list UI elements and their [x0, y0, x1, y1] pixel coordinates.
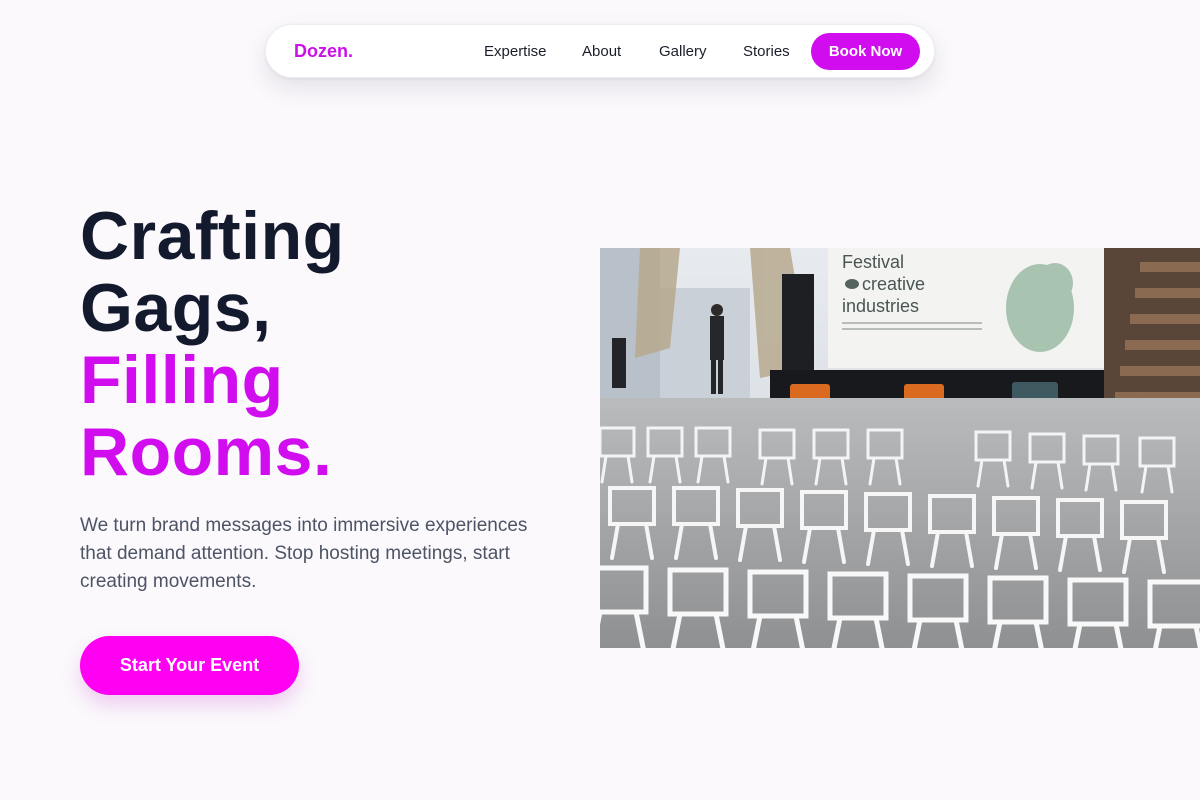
start-event-button[interactable]: Start Your Event: [80, 636, 299, 695]
screen-title-line-2: creative: [862, 274, 925, 294]
brand-logo[interactable]: Dozen.: [294, 41, 353, 62]
hero-title: Crafting Gags, Filling Rooms.: [80, 200, 345, 488]
hero-event-photo: Festival creative industries: [600, 248, 1200, 648]
nav-link-expertise[interactable]: Expertise: [484, 43, 547, 60]
hero-subtitle: We turn brand messages into immersive ex…: [80, 515, 528, 592]
book-now-button[interactable]: Book Now: [811, 33, 920, 70]
hero-title-line-4: Rooms.: [80, 414, 333, 490]
screen-title-line-1: Festival: [842, 252, 904, 272]
nav-link-gallery[interactable]: Gallery: [659, 43, 707, 60]
nav-link-stories[interactable]: Stories: [743, 43, 790, 60]
hero-title-line-1: Crafting: [80, 198, 345, 274]
nav-link-about[interactable]: About: [582, 43, 621, 60]
hero-title-line-3: Filling: [80, 342, 284, 418]
top-navigation: Dozen. Expertise About Gallery Stories B…: [265, 24, 935, 78]
hero-title-line-2: Gags,: [80, 270, 272, 346]
screen-title-line-3: industries: [842, 296, 919, 316]
